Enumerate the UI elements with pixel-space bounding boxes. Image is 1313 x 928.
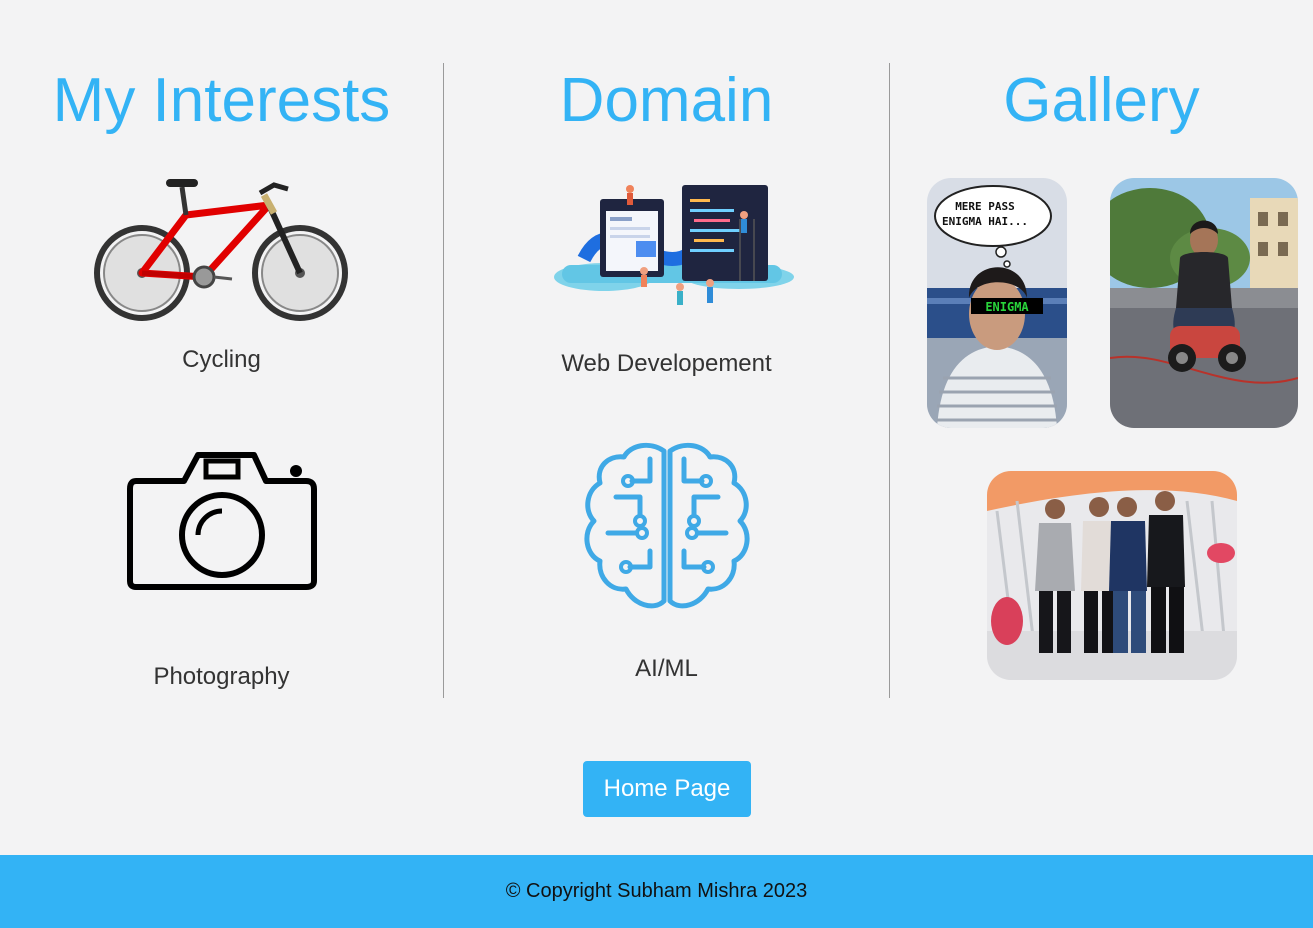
domain-title: Domain	[559, 66, 774, 135]
gallery-section: Gallery MERE PASS ENIGMA HAI... ENIGMA	[890, 63, 1313, 698]
footer-copyright: © Copyright Subham Mishra 2023	[505, 880, 808, 902]
home-page-button[interactable]: Home Page	[583, 761, 751, 817]
bicycle-icon	[94, 179, 348, 321]
glasses-text: ENIGMA	[985, 300, 1029, 314]
domain-label-ai-ml: AI/ML	[635, 655, 698, 682]
interest-label-photography: Photography	[153, 663, 290, 690]
interests-section: My Interests Cycling Photography	[0, 63, 443, 698]
interest-label-cycling: Cycling	[182, 346, 261, 373]
camera-icon	[127, 452, 317, 590]
content-columns: My Interests Cycling Photography Domain …	[0, 63, 1313, 698]
footer: © Copyright Subham Mishra 2023	[0, 855, 1313, 928]
domain-label-web-development: Web Developement	[561, 350, 772, 377]
domain-section: Domain Web Developement AI/ML	[444, 63, 889, 698]
brain-circuit-icon	[584, 442, 750, 609]
column-divider-2	[889, 63, 890, 698]
interests-title: My Interests	[52, 66, 391, 135]
gallery-photo-2	[1110, 178, 1298, 428]
thought-bubble-text-line1: MERE PASS	[955, 200, 1015, 213]
column-divider-1	[443, 63, 444, 698]
gallery-photo-3	[987, 471, 1237, 680]
thought-bubble-text-line2: ENIGMA HAI...	[942, 215, 1028, 228]
web-development-illustration	[554, 185, 794, 305]
gallery-photo-1: MERE PASS ENIGMA HAI... ENIGMA	[927, 178, 1067, 428]
gallery-title: Gallery	[1003, 66, 1200, 135]
